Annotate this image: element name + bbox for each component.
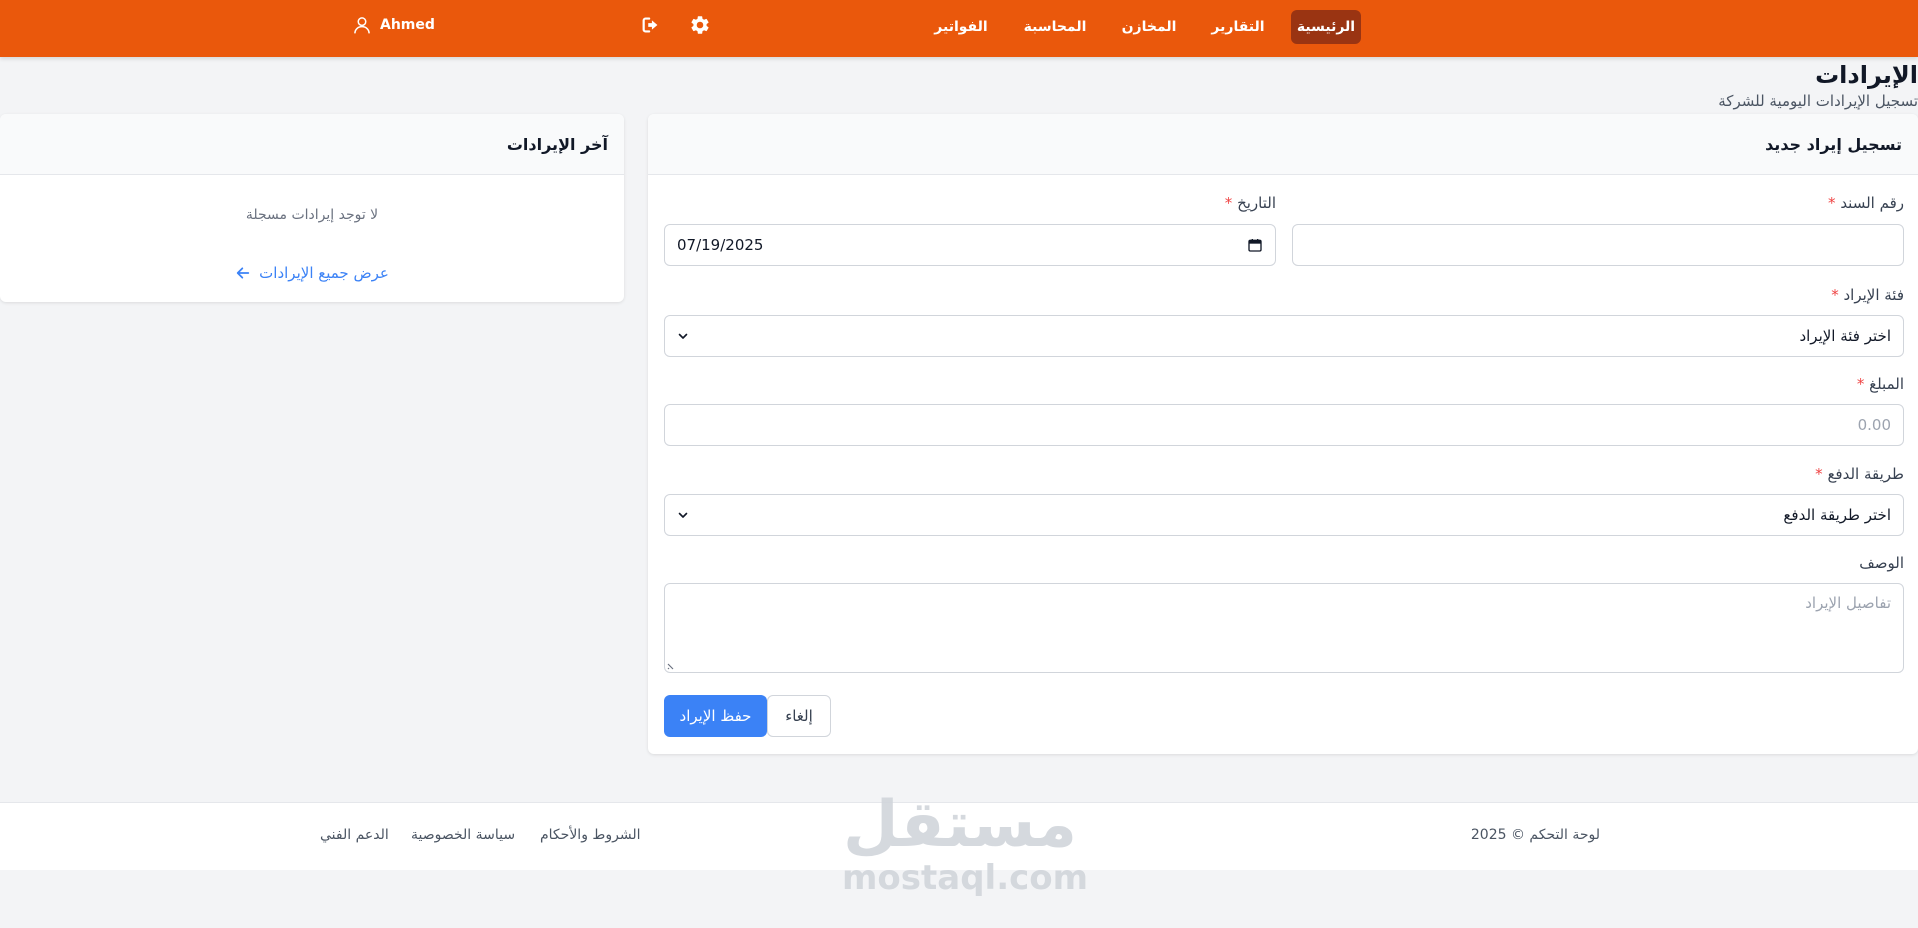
logout-icon[interactable] xyxy=(640,14,662,36)
voucher-number-label: رقم السند * xyxy=(1828,194,1904,212)
footer-link-terms[interactable]: الشروط والأحكام xyxy=(540,827,640,843)
amount-placeholder: 0.00 xyxy=(1857,416,1891,434)
nav-item-home[interactable]: الرئيسية xyxy=(1291,10,1361,44)
watermark-arabic: مستقل xyxy=(842,788,1078,862)
recent-revenues-title: آخر الإيرادات xyxy=(0,114,624,175)
view-all-label: عرض جميع الإيرادات xyxy=(259,264,389,282)
amount-label: المبلغ * xyxy=(1856,375,1904,393)
description-textarea[interactable]: تفاصيل الإيراد xyxy=(664,583,1904,673)
date-label: التاريخ * xyxy=(1224,194,1276,212)
chevron-down-icon xyxy=(678,512,688,518)
cancel-button[interactable]: إلغاء xyxy=(767,695,831,737)
nav-item-warehouses[interactable]: المخازن xyxy=(1118,10,1180,44)
footer-link-privacy[interactable]: سياسة الخصوصية xyxy=(411,827,515,843)
description-label: الوصف xyxy=(1859,554,1904,572)
category-selected: اختر فئة الإيراد xyxy=(1799,327,1891,345)
new-revenue-title: تسجيل إيراد جديد xyxy=(648,114,1918,175)
nav-item-accounting[interactable]: المحاسبة xyxy=(1020,10,1090,44)
description-placeholder: تفاصيل الإيراد xyxy=(1805,594,1891,612)
top-navbar: الرئيسية التقارير المخازن المحاسبة الفوا… xyxy=(0,0,1918,57)
category-select[interactable]: اختر فئة الإيراد xyxy=(664,315,1904,357)
nav-item-reports[interactable]: التقارير xyxy=(1208,10,1268,44)
footer-copyright: لوحة التحكم © 2025 xyxy=(1470,827,1600,843)
calendar-icon[interactable] xyxy=(1247,237,1263,253)
view-all-revenues-link[interactable]: عرض جميع الإيرادات xyxy=(0,264,624,282)
payment-method-label: طريقة الدفع * xyxy=(1815,465,1904,483)
user-menu[interactable]: Ahmed xyxy=(352,14,435,36)
mostaql-watermark: مستقل mostaql.com xyxy=(842,788,1089,898)
nav-item-invoices[interactable]: الفواتير xyxy=(930,10,992,44)
user-name: Ahmed xyxy=(380,17,435,33)
page-subtitle: تسجيل الإيرادات اليومية للشركة xyxy=(1718,92,1918,110)
arrow-left-icon xyxy=(236,267,250,279)
resize-handle-icon[interactable] xyxy=(667,660,677,670)
save-revenue-button[interactable]: حفظ الإيراد xyxy=(664,695,767,737)
payment-selected: اختر طريقة الدفع xyxy=(1783,506,1891,524)
date-input[interactable]: 07/19/2025 xyxy=(664,224,1276,266)
amount-input[interactable]: 0.00 xyxy=(664,404,1904,446)
user-icon xyxy=(354,17,370,34)
settings-icon[interactable] xyxy=(689,14,711,36)
page-title: الإيرادات xyxy=(1815,61,1918,89)
watermark-url: mostaql.com xyxy=(842,858,1089,898)
payment-method-select[interactable]: اختر طريقة الدفع xyxy=(664,494,1904,536)
voucher-number-input[interactable] xyxy=(1292,224,1904,266)
date-value: 07/19/2025 xyxy=(677,236,764,254)
footer-link-support[interactable]: الدعم الفني xyxy=(320,827,389,843)
category-label: فئة الإيراد * xyxy=(1831,286,1904,304)
chevron-down-icon xyxy=(678,333,688,339)
empty-state-text: لا توجد إيرادات مسجلة xyxy=(245,207,379,223)
